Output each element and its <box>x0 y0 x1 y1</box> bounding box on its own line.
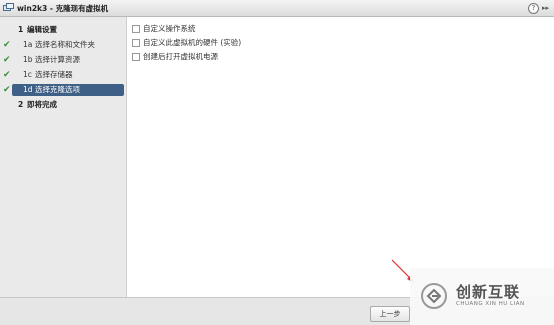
step-number: 1d <box>23 85 33 94</box>
wizard-steps: 1 编辑设置 ✔ 1a 选择名称和文件夹 ✔ 1b 选择计算资源 ✔ 1c 选择… <box>0 17 127 297</box>
step-label: 选择计算资源 <box>35 55 80 64</box>
step-label: 选择存储器 <box>35 70 73 79</box>
expand-icon[interactable]: ▸▸ <box>542 3 551 13</box>
check-icon: ✔ <box>3 85 11 95</box>
step-number: 1b <box>23 55 33 64</box>
window-title: win2k3 - 克隆现有虚拟机 <box>17 4 109 13</box>
step-edit-settings[interactable]: 1 编辑设置 <box>0 24 126 36</box>
step-select-clone-options[interactable]: ✔ 1d 选择克隆选项 <box>0 84 126 96</box>
step-label: 即将完成 <box>27 100 57 109</box>
title-bar: win2k3 - 克隆现有虚拟机 ? ▸▸ <box>0 0 554 17</box>
step-select-compute-resource[interactable]: ✔ 1b 选择计算资源 <box>0 54 126 66</box>
check-icon: ✔ <box>3 55 11 65</box>
step-label: 选择名称和文件夹 <box>35 40 95 49</box>
step-select-storage[interactable]: ✔ 1c 选择存储器 <box>0 69 126 81</box>
step-label: 编辑设置 <box>27 25 57 34</box>
option-label: 自定义操作系统 <box>143 24 196 33</box>
back-button[interactable]: 上一步 <box>370 306 410 322</box>
customize-os-checkbox[interactable] <box>132 25 140 33</box>
watermark-subtitle: CHUANG XIN HU LIAN <box>456 301 525 307</box>
step-number: 1c <box>23 70 32 79</box>
vm-clone-icon <box>3 3 14 11</box>
check-icon: ✔ <box>3 70 11 80</box>
watermark-logo-icon <box>421 283 447 309</box>
step-ready-to-complete[interactable]: 2 即将完成 <box>0 99 126 111</box>
watermark: 创新互联 CHUANG XIN HU LIAN <box>410 268 554 325</box>
step-label: 选择克隆选项 <box>35 85 80 94</box>
option-label: 自定义此虚拟机的硬件 (实验) <box>143 38 242 47</box>
step-number: 2 <box>18 100 24 109</box>
watermark-name: 创新互联 <box>456 283 521 301</box>
step-number: 1a <box>23 40 33 49</box>
help-icon[interactable]: ? <box>528 3 539 14</box>
customize-hardware-checkbox[interactable] <box>132 39 140 47</box>
check-icon: ✔ <box>3 40 11 50</box>
power-on-checkbox[interactable] <box>132 53 140 61</box>
step-number: 1 <box>18 25 24 34</box>
option-label: 创建后打开虚拟机电源 <box>143 52 218 61</box>
clone-options-panel: 自定义操作系统 自定义此虚拟机的硬件 (实验) 创建后打开虚拟机电源 <box>127 17 554 297</box>
step-select-name-folder[interactable]: ✔ 1a 选择名称和文件夹 <box>0 39 126 51</box>
